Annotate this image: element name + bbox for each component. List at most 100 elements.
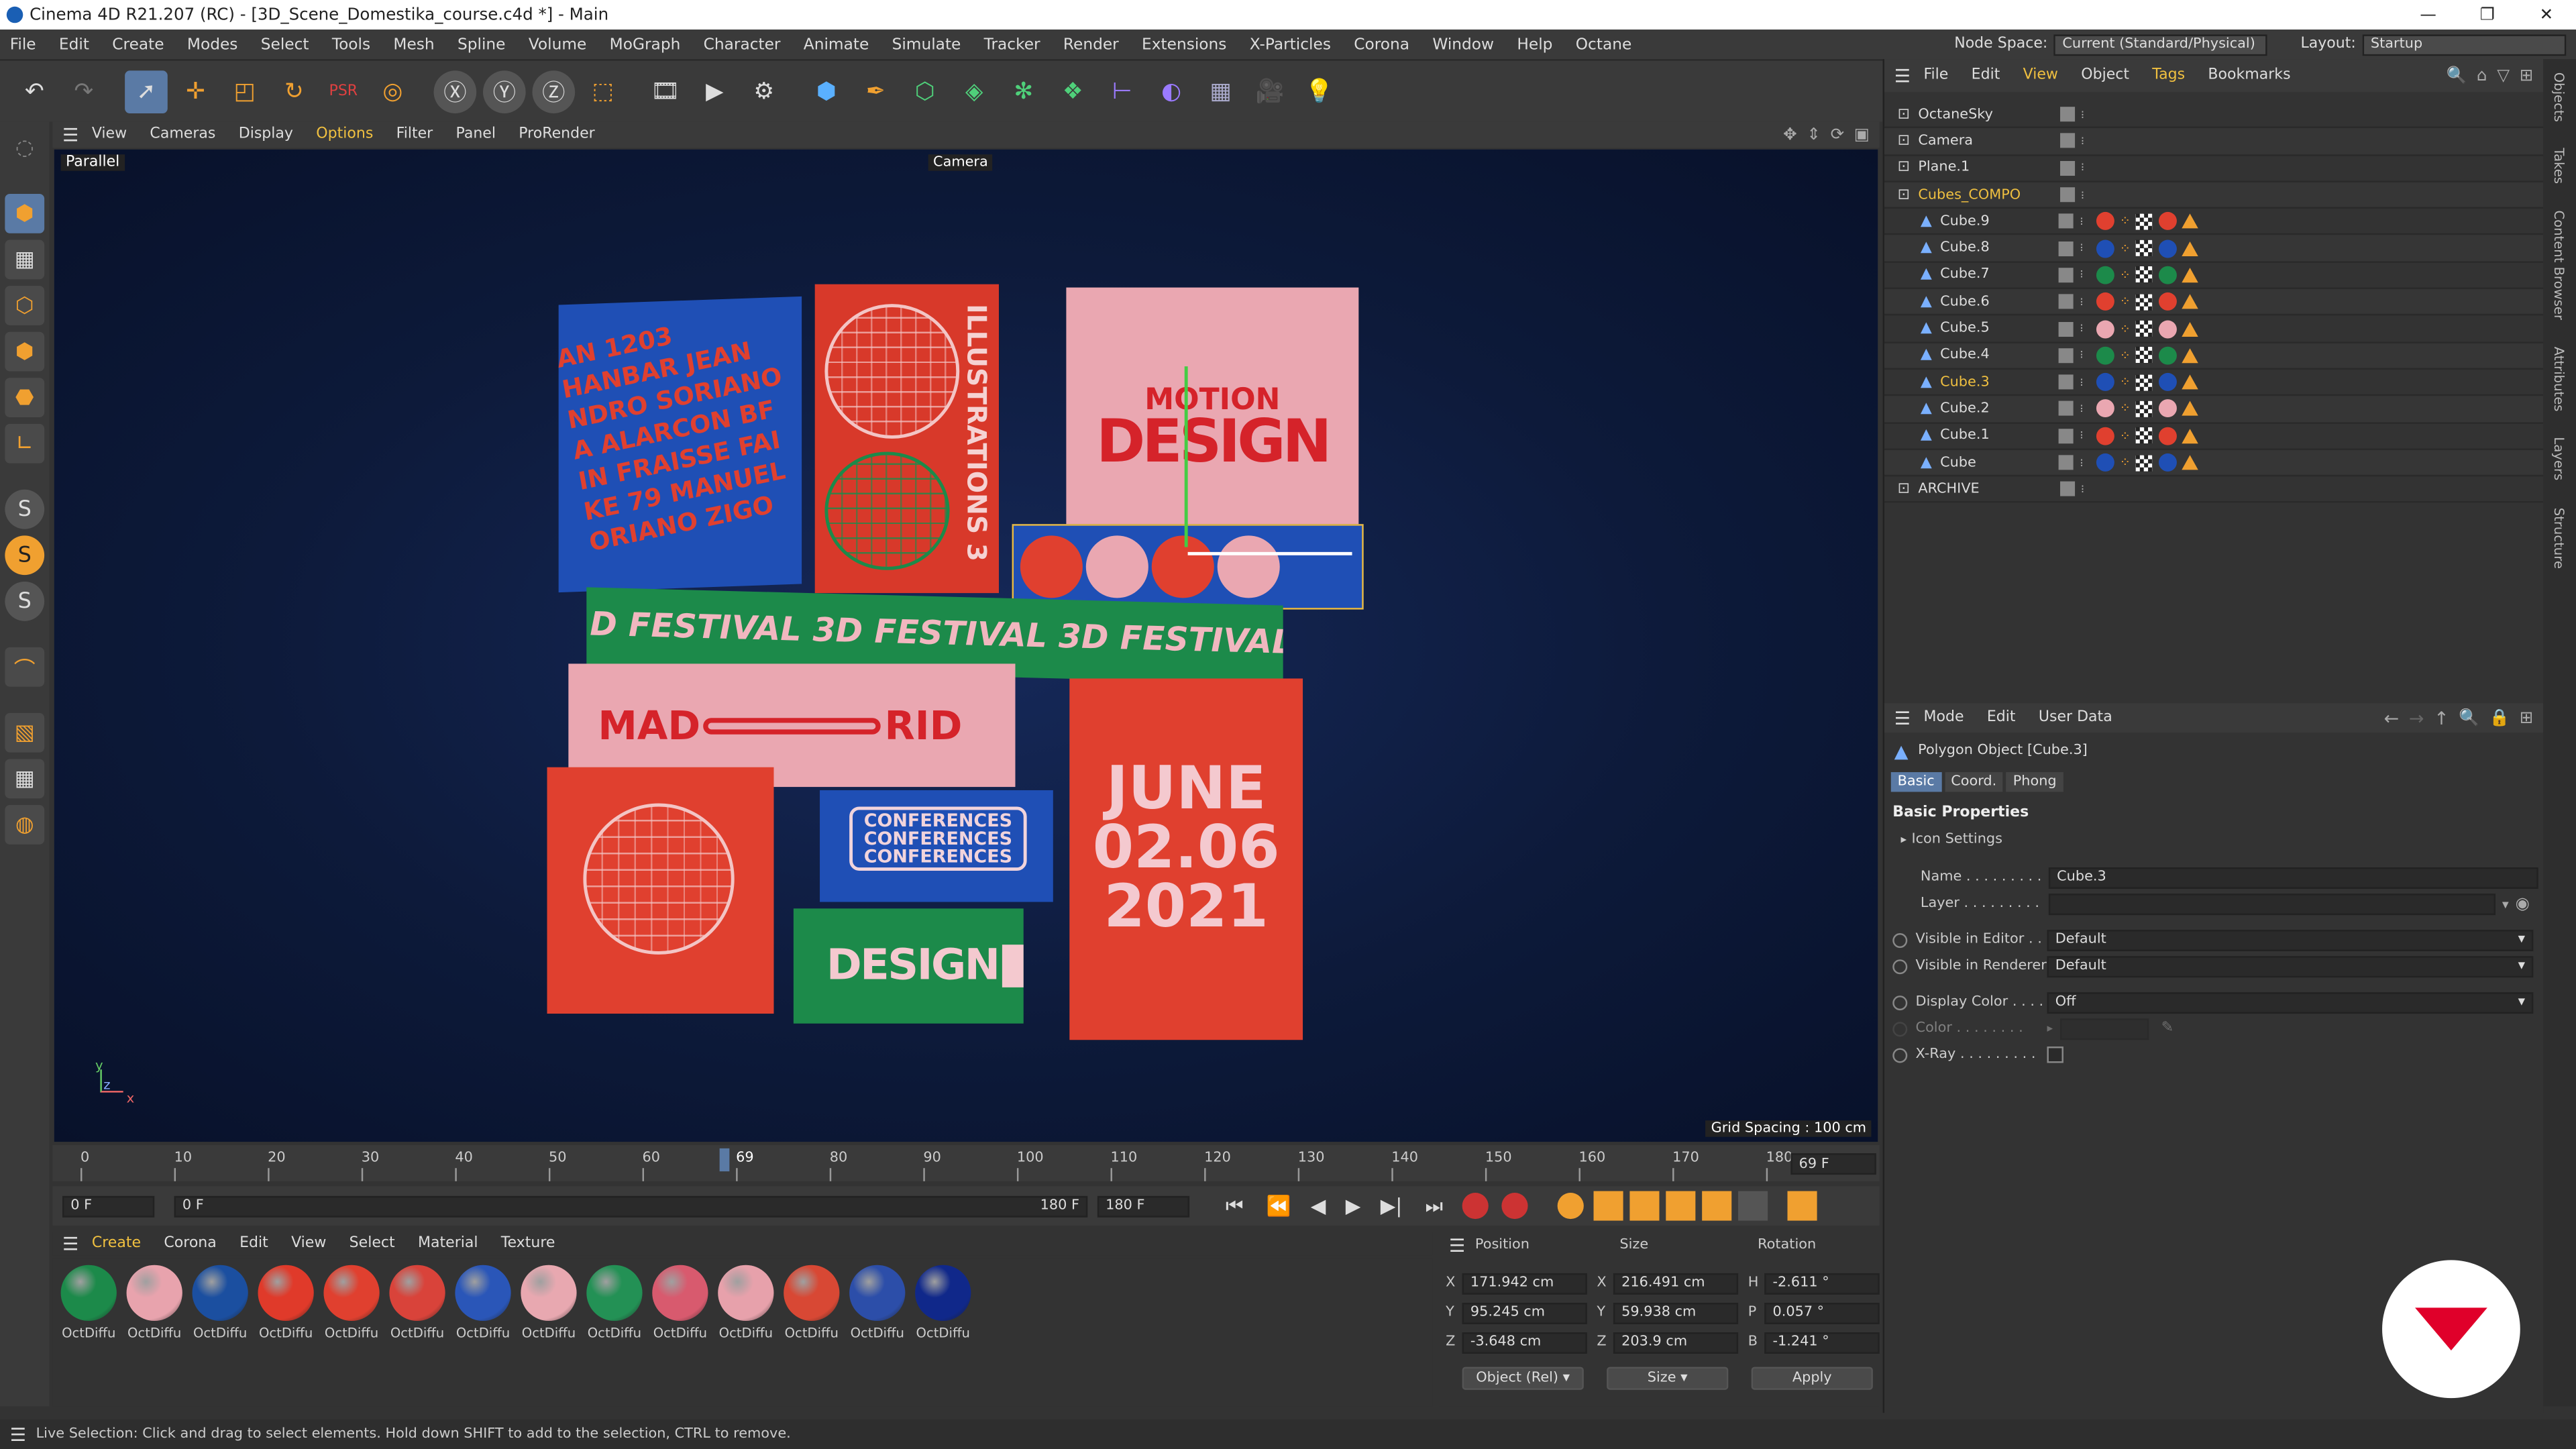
maximize-button[interactable]: ❐ (2458, 6, 2517, 24)
node-space-dropdown[interactable]: Current (Standard/Physical) (2054, 34, 2268, 56)
phong-tag-icon[interactable] (2181, 428, 2198, 443)
extrude-icon[interactable]: ◈ (953, 70, 996, 113)
object-row[interactable]: ▲ Cube.8 ⁝ ⁘ (1884, 235, 2544, 263)
menu-window[interactable]: Window (1432, 36, 1494, 54)
close-button[interactable]: ✕ (2517, 6, 2576, 24)
material-tag-icon[interactable] (2096, 212, 2115, 231)
checker-tag-icon[interactable] (2135, 400, 2152, 417)
vis-editor-dropdown[interactable]: Default ▾ (2047, 928, 2534, 951)
current-frame-field[interactable]: 69 F (1790, 1153, 1876, 1175)
material-menu-material[interactable]: Material (418, 1236, 478, 1252)
side-tab-content-browser[interactable]: Content Browser (2551, 211, 2566, 321)
checker-tag-icon[interactable] (2135, 293, 2152, 311)
render-settings-icon[interactable]: ⚙ (743, 70, 786, 113)
object-name[interactable]: Cube.4 (1940, 347, 2058, 364)
object-name[interactable]: ARCHIVE (1918, 481, 2059, 497)
visibility-dots-icon[interactable]: ⁝ (2081, 188, 2084, 201)
phong-tag-icon[interactable] (2181, 321, 2198, 336)
material-tag-icon[interactable] (2096, 292, 2115, 311)
live-selection-icon[interactable]: ➚ (125, 70, 168, 113)
texture-tag-icon[interactable] (2158, 346, 2177, 365)
checker-tag-icon[interactable] (2135, 454, 2152, 471)
end-frame-field[interactable]: 180 F (1097, 1195, 1190, 1217)
checker-tag-icon[interactable] (2135, 239, 2152, 257)
texture-tag-icon[interactable] (2158, 427, 2177, 445)
material-swatch[interactable]: OctDiffu (716, 1265, 775, 1340)
timeline-window-icon[interactable] (1788, 1191, 1818, 1221)
make-editable-icon[interactable]: ◌ (5, 128, 45, 168)
attr-back-icon[interactable]: ← (2384, 707, 2400, 729)
viewport-menu-cameras[interactable]: Cameras (150, 127, 215, 143)
menu-volume[interactable]: Volume (529, 36, 587, 54)
attr-tab-basic[interactable]: Basic (1890, 772, 1941, 792)
visibility-dots-icon[interactable]: ⁝ (2081, 135, 2084, 148)
texture-mode-icon[interactable]: ▦ (5, 239, 45, 280)
material-hamburger-icon[interactable]: ☰ (62, 1233, 78, 1254)
cube-conferences-box[interactable]: CONFERENCES CONFERENCES CONFERENCES (820, 790, 1053, 902)
menu-tracker[interactable]: Tracker (984, 36, 1040, 54)
object-row[interactable]: ▲ Cube.1 ⁝ ⁘ (1884, 423, 2544, 450)
object-name[interactable]: Cube (1940, 454, 2058, 470)
menu-select[interactable]: Select (261, 36, 309, 54)
side-tab-structure[interactable]: Structure (2551, 508, 2566, 569)
checker-tag-icon[interactable] (2135, 427, 2152, 444)
material-tag-icon[interactable] (2096, 373, 2115, 392)
material-menu-edit[interactable]: Edit (239, 1236, 268, 1252)
checker-tag-icon[interactable] (2135, 213, 2152, 230)
object-name[interactable]: Cube.5 (1940, 321, 2058, 337)
visibility-dots-icon[interactable]: ⁝ (2080, 376, 2083, 389)
object-row[interactable]: ▲ Cube.7 ⁝ ⁘ (1884, 262, 2544, 290)
tag-dots-icon[interactable]: ⁘ (2120, 428, 2131, 443)
object-name[interactable]: OctaneSky (1918, 106, 2059, 122)
position-field[interactable]: 171.942 cm (1462, 1272, 1587, 1294)
visibility-toggle-icon[interactable] (2058, 428, 2074, 443)
menu-character[interactable]: Character (704, 36, 781, 54)
material-swatch[interactable]: OctDiffu (651, 1265, 710, 1340)
visibility-toggle-icon[interactable] (2059, 187, 2074, 203)
viewport-rotate-icon[interactable]: ⟳ (1831, 125, 1845, 144)
points-mode-icon[interactable]: ⬡ (5, 286, 45, 325)
rotation-field[interactable]: -1.241 ° (1764, 1331, 1880, 1353)
viewport-menu-panel[interactable]: Panel (456, 127, 496, 143)
timeline-ruler[interactable]: 0 10 20 30 40 50 60 69 80 90 100 110 120 130 140 150 160… (52, 1144, 1880, 1181)
snap-icon[interactable]: ⌒ (5, 647, 45, 687)
material-tag-icon[interactable] (2096, 346, 2115, 365)
key-scale-icon[interactable] (1630, 1191, 1660, 1221)
minimize-button[interactable]: — (2399, 6, 2458, 24)
phong-tag-icon[interactable] (2181, 267, 2198, 283)
visibility-dots-icon[interactable]: ⁝ (2080, 295, 2083, 309)
z-axis-icon[interactable]: Ⓩ (532, 70, 576, 113)
redo-icon[interactable]: ↷ (62, 70, 105, 113)
object-name[interactable]: Cube.3 (1940, 374, 2058, 390)
attr-hamburger-icon[interactable]: ☰ (1894, 707, 1911, 729)
autokey-icon[interactable] (1502, 1192, 1529, 1220)
material-swatch[interactable]: OctDiffu (125, 1265, 184, 1340)
goto-end-icon[interactable]: ⏭ (1426, 1193, 1443, 1218)
key-pla-icon[interactable] (1738, 1191, 1768, 1221)
material-tag-icon[interactable] (2096, 427, 2115, 445)
layer-dropdown-icon[interactable]: ▾ (2502, 896, 2509, 911)
tag-dots-icon[interactable]: ⁘ (2120, 241, 2131, 256)
tag-dots-icon[interactable]: ⁘ (2120, 348, 2131, 363)
start-frame-field[interactable]: 0 F (62, 1195, 155, 1217)
viewport-layout-icon[interactable]: ▣ (1854, 125, 1870, 144)
menu-animate[interactable]: Animate (804, 36, 869, 54)
visibility-dots-icon[interactable]: ⁝ (2080, 429, 2083, 443)
cube-design-box[interactable]: DESIGN (793, 908, 1024, 1024)
cube-june-box[interactable]: JUNE 02.06 2021 (1069, 678, 1303, 1040)
cube-motion-design-box[interactable]: MOTION DESIGN (1066, 287, 1359, 534)
checker-tag-icon[interactable] (2135, 347, 2152, 364)
prev-key-icon[interactable]: ⏪ (1267, 1194, 1291, 1217)
attr-tab-coord[interactable]: Coord. (1944, 772, 2004, 792)
move-icon[interactable]: ✛ (174, 70, 217, 113)
texture-tag-icon[interactable] (2158, 266, 2177, 284)
material-swatch[interactable]: OctDiffu (322, 1265, 381, 1340)
visibility-toggle-icon[interactable] (2059, 160, 2074, 176)
object-name[interactable]: Camera (1918, 133, 2059, 149)
object-row[interactable]: ▲ Cube.2 ⁝ ⁘ (1884, 396, 2544, 423)
phong-tag-icon[interactable] (2181, 294, 2198, 309)
object-row[interactable]: ⊡ ARCHIVE ⁝ (1884, 477, 2544, 504)
coord-size-dropdown[interactable]: Size ▾ (1607, 1366, 1729, 1390)
size-field[interactable]: 59.938 cm (1613, 1301, 1739, 1324)
visibility-dots-icon[interactable]: ⁝ (2080, 322, 2083, 335)
